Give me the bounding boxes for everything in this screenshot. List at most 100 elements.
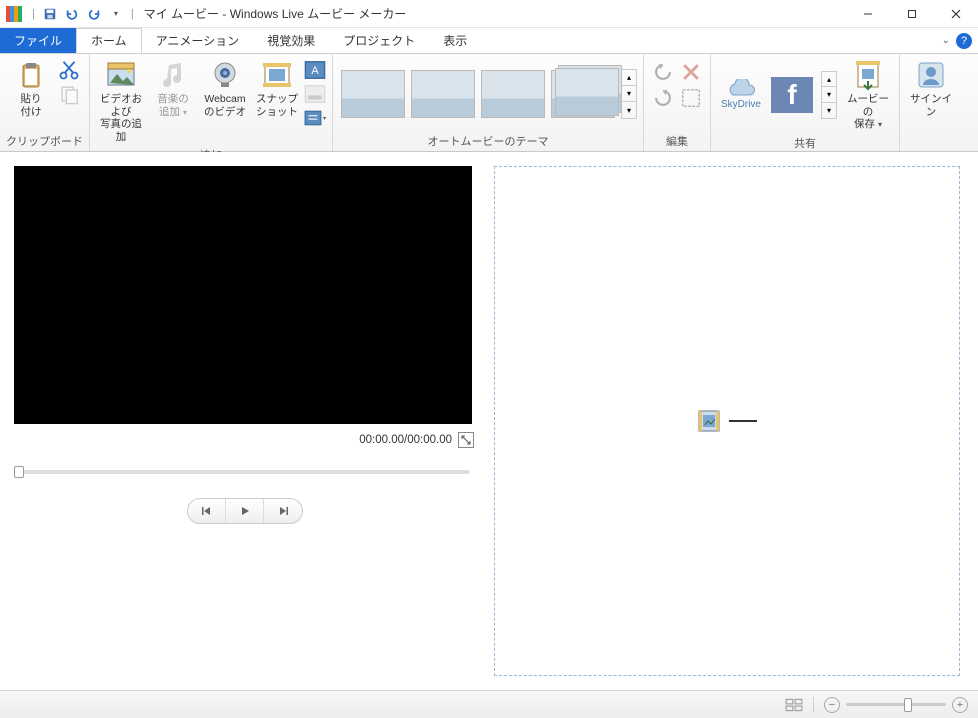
separator: | [32, 8, 35, 20]
drop-hint [697, 409, 757, 433]
filmstrip-icon [697, 409, 721, 433]
tab-view[interactable]: 表示 [429, 28, 481, 53]
storyboard-area[interactable] [494, 166, 960, 676]
tab-animation[interactable]: アニメーション [142, 28, 254, 53]
close-button[interactable] [934, 0, 978, 28]
save-movie-button[interactable]: ムービーの 保存 ▾ [843, 57, 893, 133]
group-themes: ▴ ▾ ▾ オートムービーのテーマ [333, 54, 644, 151]
time-display: 00:00.00/00:00.00 [359, 434, 452, 446]
window-controls [846, 0, 978, 28]
tab-home[interactable]: ホーム [76, 28, 142, 53]
group-add: ビデオおよび 写真の追加 音楽の 追加 ▾ Webcam のビデオ スナップ シ… [90, 54, 333, 151]
ribbon-collapse-button[interactable]: ⌄ [940, 33, 952, 48]
add-video-photo-button[interactable]: ビデオおよび 写真の追加 [96, 57, 146, 145]
window-title: マイ ムービー - Windows Live ムービー メーカー [144, 5, 407, 22]
next-frame-button[interactable] [264, 499, 302, 523]
delete-button[interactable] [680, 61, 702, 83]
copy-button[interactable] [58, 83, 80, 105]
snapshot-button[interactable]: スナップ ショット [252, 57, 302, 120]
title-icon: A [304, 59, 326, 81]
seek-thumb[interactable] [14, 466, 24, 478]
separator: | [131, 8, 134, 20]
cloud-icon [725, 79, 757, 99]
group-share-label: 共有 [717, 133, 893, 153]
tab-file[interactable]: ファイル [0, 28, 76, 53]
chevron-down-icon: ▾ [114, 9, 118, 18]
thumbnail-view-button[interactable] [785, 696, 803, 714]
save-qat-button[interactable] [39, 3, 61, 25]
maximize-button[interactable] [890, 0, 934, 28]
title-button[interactable]: A [304, 59, 326, 81]
group-signin-spacer [906, 135, 956, 151]
theme-expand[interactable]: ▾ [622, 102, 636, 118]
share-expand[interactable]: ▾ [822, 103, 836, 118]
tab-visual-effects[interactable]: 視覚効果 [253, 28, 329, 53]
theme-2[interactable] [411, 70, 475, 118]
minimize-icon [863, 9, 873, 19]
redo-qat-button[interactable] [83, 3, 105, 25]
skydrive-label: SkyDrive [721, 99, 761, 110]
theme-scroll-up[interactable]: ▴ [622, 70, 636, 86]
theme-gallery-nav: ▴ ▾ ▾ [621, 69, 637, 119]
webcam-button[interactable]: Webcam のビデオ [200, 57, 250, 120]
clipboard-icon [15, 59, 47, 91]
help-button[interactable]: ? [956, 33, 972, 49]
group-signin: サインイン [900, 54, 962, 151]
theme-3[interactable] [481, 70, 545, 118]
signin-button[interactable]: サインイン [906, 57, 956, 120]
scissors-icon [58, 59, 80, 81]
zoom-out-button[interactable]: − [824, 697, 840, 713]
rotate-right-button[interactable] [652, 87, 674, 109]
redo-icon [87, 7, 101, 21]
drop-line [729, 420, 757, 422]
preview-pane: 00:00.00/00:00.00 [0, 152, 490, 690]
webcam-label: Webcam のビデオ [204, 93, 246, 118]
tabs-right: ⌄ ? [940, 28, 978, 53]
caption-button[interactable] [304, 83, 326, 105]
select-all-button[interactable] [680, 87, 702, 109]
paste-button[interactable]: 貼り 付け [6, 57, 56, 120]
save-movie-icon [852, 59, 884, 91]
prev-frame-button[interactable] [188, 499, 226, 523]
work-area: 00:00.00/00:00.00 [0, 152, 978, 690]
qat-dropdown[interactable]: ▾ [105, 3, 127, 25]
undo-icon [65, 7, 79, 21]
share-scroll-down[interactable]: ▾ [822, 87, 836, 102]
play-button[interactable] [226, 499, 264, 523]
playback-controls [14, 498, 476, 524]
seek-bar[interactable] [14, 470, 470, 474]
share-scroll-up[interactable]: ▴ [822, 72, 836, 87]
theme-scroll-down[interactable]: ▾ [622, 86, 636, 102]
ribbon-tabs: ファイル ホーム アニメーション 視覚効果 プロジェクト 表示 ⌄ ? [0, 28, 978, 54]
theme-default[interactable] [341, 70, 405, 118]
fullscreen-button[interactable] [458, 432, 474, 448]
svg-text:A: A [311, 65, 319, 77]
undo-qat-button[interactable] [61, 3, 83, 25]
cut-button[interactable] [58, 59, 80, 81]
add-music-button[interactable]: 音楽の 追加 ▾ [148, 57, 198, 120]
minimize-button[interactable] [846, 0, 890, 28]
zoom-slider[interactable] [846, 703, 946, 706]
credits-button[interactable]: ▾ [304, 107, 326, 129]
credits-icon [304, 109, 322, 127]
signin-label: サインイン [908, 93, 954, 118]
facebook-icon: f [787, 79, 796, 111]
zoom-thumb[interactable] [904, 698, 912, 712]
theme-4[interactable] [551, 70, 615, 118]
add-video-photo-label: ビデオおよび 写真の追加 [98, 93, 144, 143]
facebook-button[interactable]: f [771, 77, 813, 113]
save-icon [43, 7, 57, 21]
group-edit: 編集 [644, 54, 711, 151]
music-icon [157, 59, 189, 91]
maximize-icon [907, 9, 917, 19]
tab-project[interactable]: プロジェクト [329, 28, 429, 53]
rotate-left-button[interactable] [652, 61, 674, 83]
group-themes-label: オートムービーのテーマ [339, 131, 637, 151]
fullscreen-icon [461, 435, 471, 445]
skydrive-button[interactable]: SkyDrive [717, 77, 765, 113]
zoom-in-button[interactable]: + [952, 697, 968, 713]
paste-label: 貼り 付け [21, 93, 42, 118]
select-all-icon [680, 87, 702, 109]
app-icon [6, 6, 22, 22]
close-icon [951, 9, 961, 19]
